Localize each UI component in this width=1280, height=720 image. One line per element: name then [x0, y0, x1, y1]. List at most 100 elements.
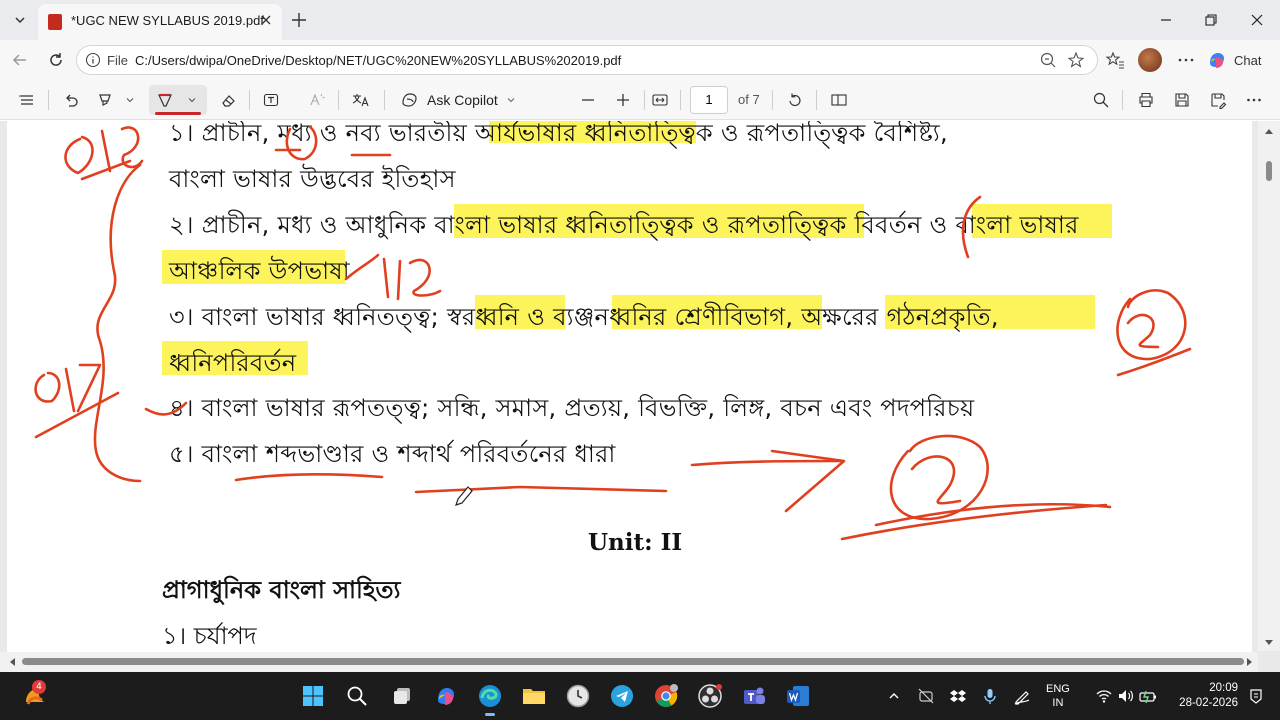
telegram-icon[interactable]: [606, 680, 638, 712]
task-view-icon[interactable]: [386, 680, 418, 712]
zoom-in-icon[interactable]: [612, 89, 634, 111]
fit-to-width-icon[interactable]: [649, 89, 671, 111]
syllabus-line: আঞ্চলিক উপভাষা: [169, 257, 350, 285]
address-scheme-label: File: [107, 53, 128, 68]
zoom-out-icon[interactable]: [577, 89, 599, 111]
zoom-icon[interactable]: [1039, 51, 1057, 69]
close-tab-icon[interactable]: [258, 12, 274, 28]
draw-pen-icon[interactable]: [154, 89, 176, 111]
horizontal-scrollbar[interactable]: [0, 652, 1258, 672]
teams-icon[interactable]: [738, 680, 770, 712]
syllabus-line: ৫। বাংলা শব্দভাণ্ডার ও শব্দার্থ পরিবর্তন…: [169, 440, 616, 468]
add-text-icon[interactable]: [260, 89, 282, 111]
search-icon[interactable]: [341, 680, 373, 712]
toolbar-divider: [1122, 90, 1123, 110]
weather-badge: 4: [32, 680, 46, 694]
highlight-icon[interactable]: [94, 89, 116, 111]
tab-actions-menu-icon[interactable]: [6, 8, 34, 32]
show-hidden-icons-chevron-icon[interactable]: [878, 680, 910, 712]
scroll-down-icon[interactable]: [1264, 639, 1274, 647]
profile-avatar[interactable]: [1138, 48, 1162, 72]
start-windows-icon[interactable]: [297, 680, 329, 712]
toolbar-divider: [644, 90, 645, 110]
copilot-outline-icon: [402, 93, 417, 107]
back-icon[interactable]: [8, 48, 32, 72]
scroll-up-icon[interactable]: [1264, 127, 1274, 135]
minimize-icon[interactable]: [1154, 8, 1178, 32]
unit-heading: Unit: II: [588, 529, 683, 556]
info-icon[interactable]: [85, 52, 101, 68]
address-row: File C:/Users/dwipa/OneDrive/Desktop/NET…: [0, 40, 1280, 80]
refresh-icon[interactable]: [44, 48, 68, 72]
copilot-chat-button[interactable]: Chat: [1206, 47, 1272, 73]
pdf-page: ১। প্রাচীন, মধ্য ও নব্য ভারতীয় আর্যভাষা…: [7, 121, 1252, 669]
clock-time: 20:09: [1209, 682, 1238, 694]
horizontal-scroll-thumb[interactable]: [22, 658, 1244, 665]
restore-icon[interactable]: [1199, 8, 1223, 32]
ask-copilot-button[interactable]: Ask Copilot: [399, 89, 516, 111]
vertical-scrollbar[interactable]: [1258, 121, 1280, 651]
vertical-scroll-thumb[interactable]: [1266, 161, 1272, 181]
word-icon[interactable]: [782, 680, 814, 712]
browser-tab[interactable]: *UGC NEW SYLLABUS 2019.pdf: [38, 4, 282, 40]
find-icon[interactable]: [1090, 89, 1112, 111]
microphone-icon[interactable]: [974, 680, 1006, 712]
draw-options-chevron-icon[interactable]: [184, 89, 200, 111]
rotate-icon[interactable]: [784, 89, 806, 111]
read-aloud-icon[interactable]: [306, 89, 328, 111]
scroll-right-icon[interactable]: [1246, 657, 1254, 667]
notification-center-icon[interactable]: [1240, 680, 1272, 712]
pdf-file-icon: [48, 14, 62, 30]
favorite-star-icon[interactable]: [1067, 51, 1085, 69]
obs-studio-icon[interactable]: [694, 680, 726, 712]
save-as-icon[interactable]: [1207, 89, 1229, 111]
toolbar-divider: [48, 90, 49, 110]
syllabus-line: ১। প্রাচীন, মধ্য ও নব্য ভারতীয় আর্যভাষা…: [169, 121, 948, 147]
toolbar-divider: [384, 90, 385, 110]
pen-ink-icon[interactable]: [1006, 680, 1038, 712]
new-tab-icon[interactable]: [288, 9, 310, 31]
contents-icon[interactable]: [16, 89, 38, 111]
highlight-options-chevron-icon[interactable]: [122, 89, 138, 111]
close-window-icon[interactable]: [1245, 8, 1269, 32]
chrome-icon[interactable]: [650, 680, 682, 712]
tray-app-icon[interactable]: [910, 680, 942, 712]
title-bar: *UGC NEW SYLLABUS 2019.pdf: [0, 0, 1280, 40]
toolbar-divider: [816, 90, 817, 110]
save-icon[interactable]: [1171, 89, 1193, 111]
file-explorer-icon[interactable]: [518, 680, 550, 712]
scroll-left-icon[interactable]: [8, 657, 16, 667]
language-indicator[interactable]: ENG IN: [1046, 682, 1070, 710]
pdf-more-options-icon[interactable]: [1243, 89, 1265, 111]
page-view-icon[interactable]: [828, 89, 850, 111]
system-clock[interactable]: 20:09 28-02-2026: [1170, 681, 1238, 711]
toolbar-divider: [680, 90, 681, 110]
toolbar-divider: [772, 90, 773, 110]
ask-copilot-label: Ask Copilot: [427, 92, 498, 108]
page-total-label: of 7: [738, 92, 760, 107]
syllabus-line: ধ্বনিপরিবর্তন: [169, 349, 297, 377]
pdf-document-area[interactable]: ১। প্রাচীন, মধ্য ও নব্য ভারতীয় আর্যভাষা…: [0, 121, 1280, 672]
print-icon[interactable]: [1135, 89, 1157, 111]
syllabus-line: ৪। বাংলা ভাষার রূপতত্ত্ব; সন্ধি, সমাস, প…: [169, 394, 975, 422]
address-bar[interactable]: File C:/Users/dwipa/OneDrive/Desktop/NET…: [76, 45, 1098, 75]
edge-browser-icon[interactable]: [474, 680, 506, 716]
language-code: ENG: [1046, 683, 1070, 695]
page-number-input[interactable]: 1: [690, 86, 728, 114]
translate-icon[interactable]: [350, 89, 372, 111]
clock-app-icon[interactable]: [562, 680, 594, 712]
eraser-icon[interactable]: [217, 89, 239, 111]
copilot-icon: [1210, 53, 1224, 68]
copilot-app-icon[interactable]: [430, 680, 462, 712]
favorites-icon[interactable]: [1103, 48, 1127, 72]
chat-label: Chat: [1234, 52, 1262, 68]
dropbox-icon[interactable]: [942, 680, 974, 712]
clock-date: 28-02-2026: [1179, 697, 1238, 709]
syllabus-line: বাংলা ভাষার উদ্ভবের ইতিহাস: [169, 165, 456, 193]
syllabus-line: ২। প্রাচীন, মধ্য ও আধুনিক বাংলা ভাষার ধ্…: [169, 211, 1079, 239]
undo-icon[interactable]: [60, 89, 82, 111]
more-menu-icon[interactable]: [1174, 48, 1198, 72]
battery-icon[interactable]: [1132, 680, 1164, 712]
url-text[interactable]: C:/Users/dwipa/OneDrive/Desktop/NET/UGC%…: [135, 53, 621, 68]
section-heading: প্রাগাধুনিক বাংলা সাহিত্য: [162, 576, 401, 604]
